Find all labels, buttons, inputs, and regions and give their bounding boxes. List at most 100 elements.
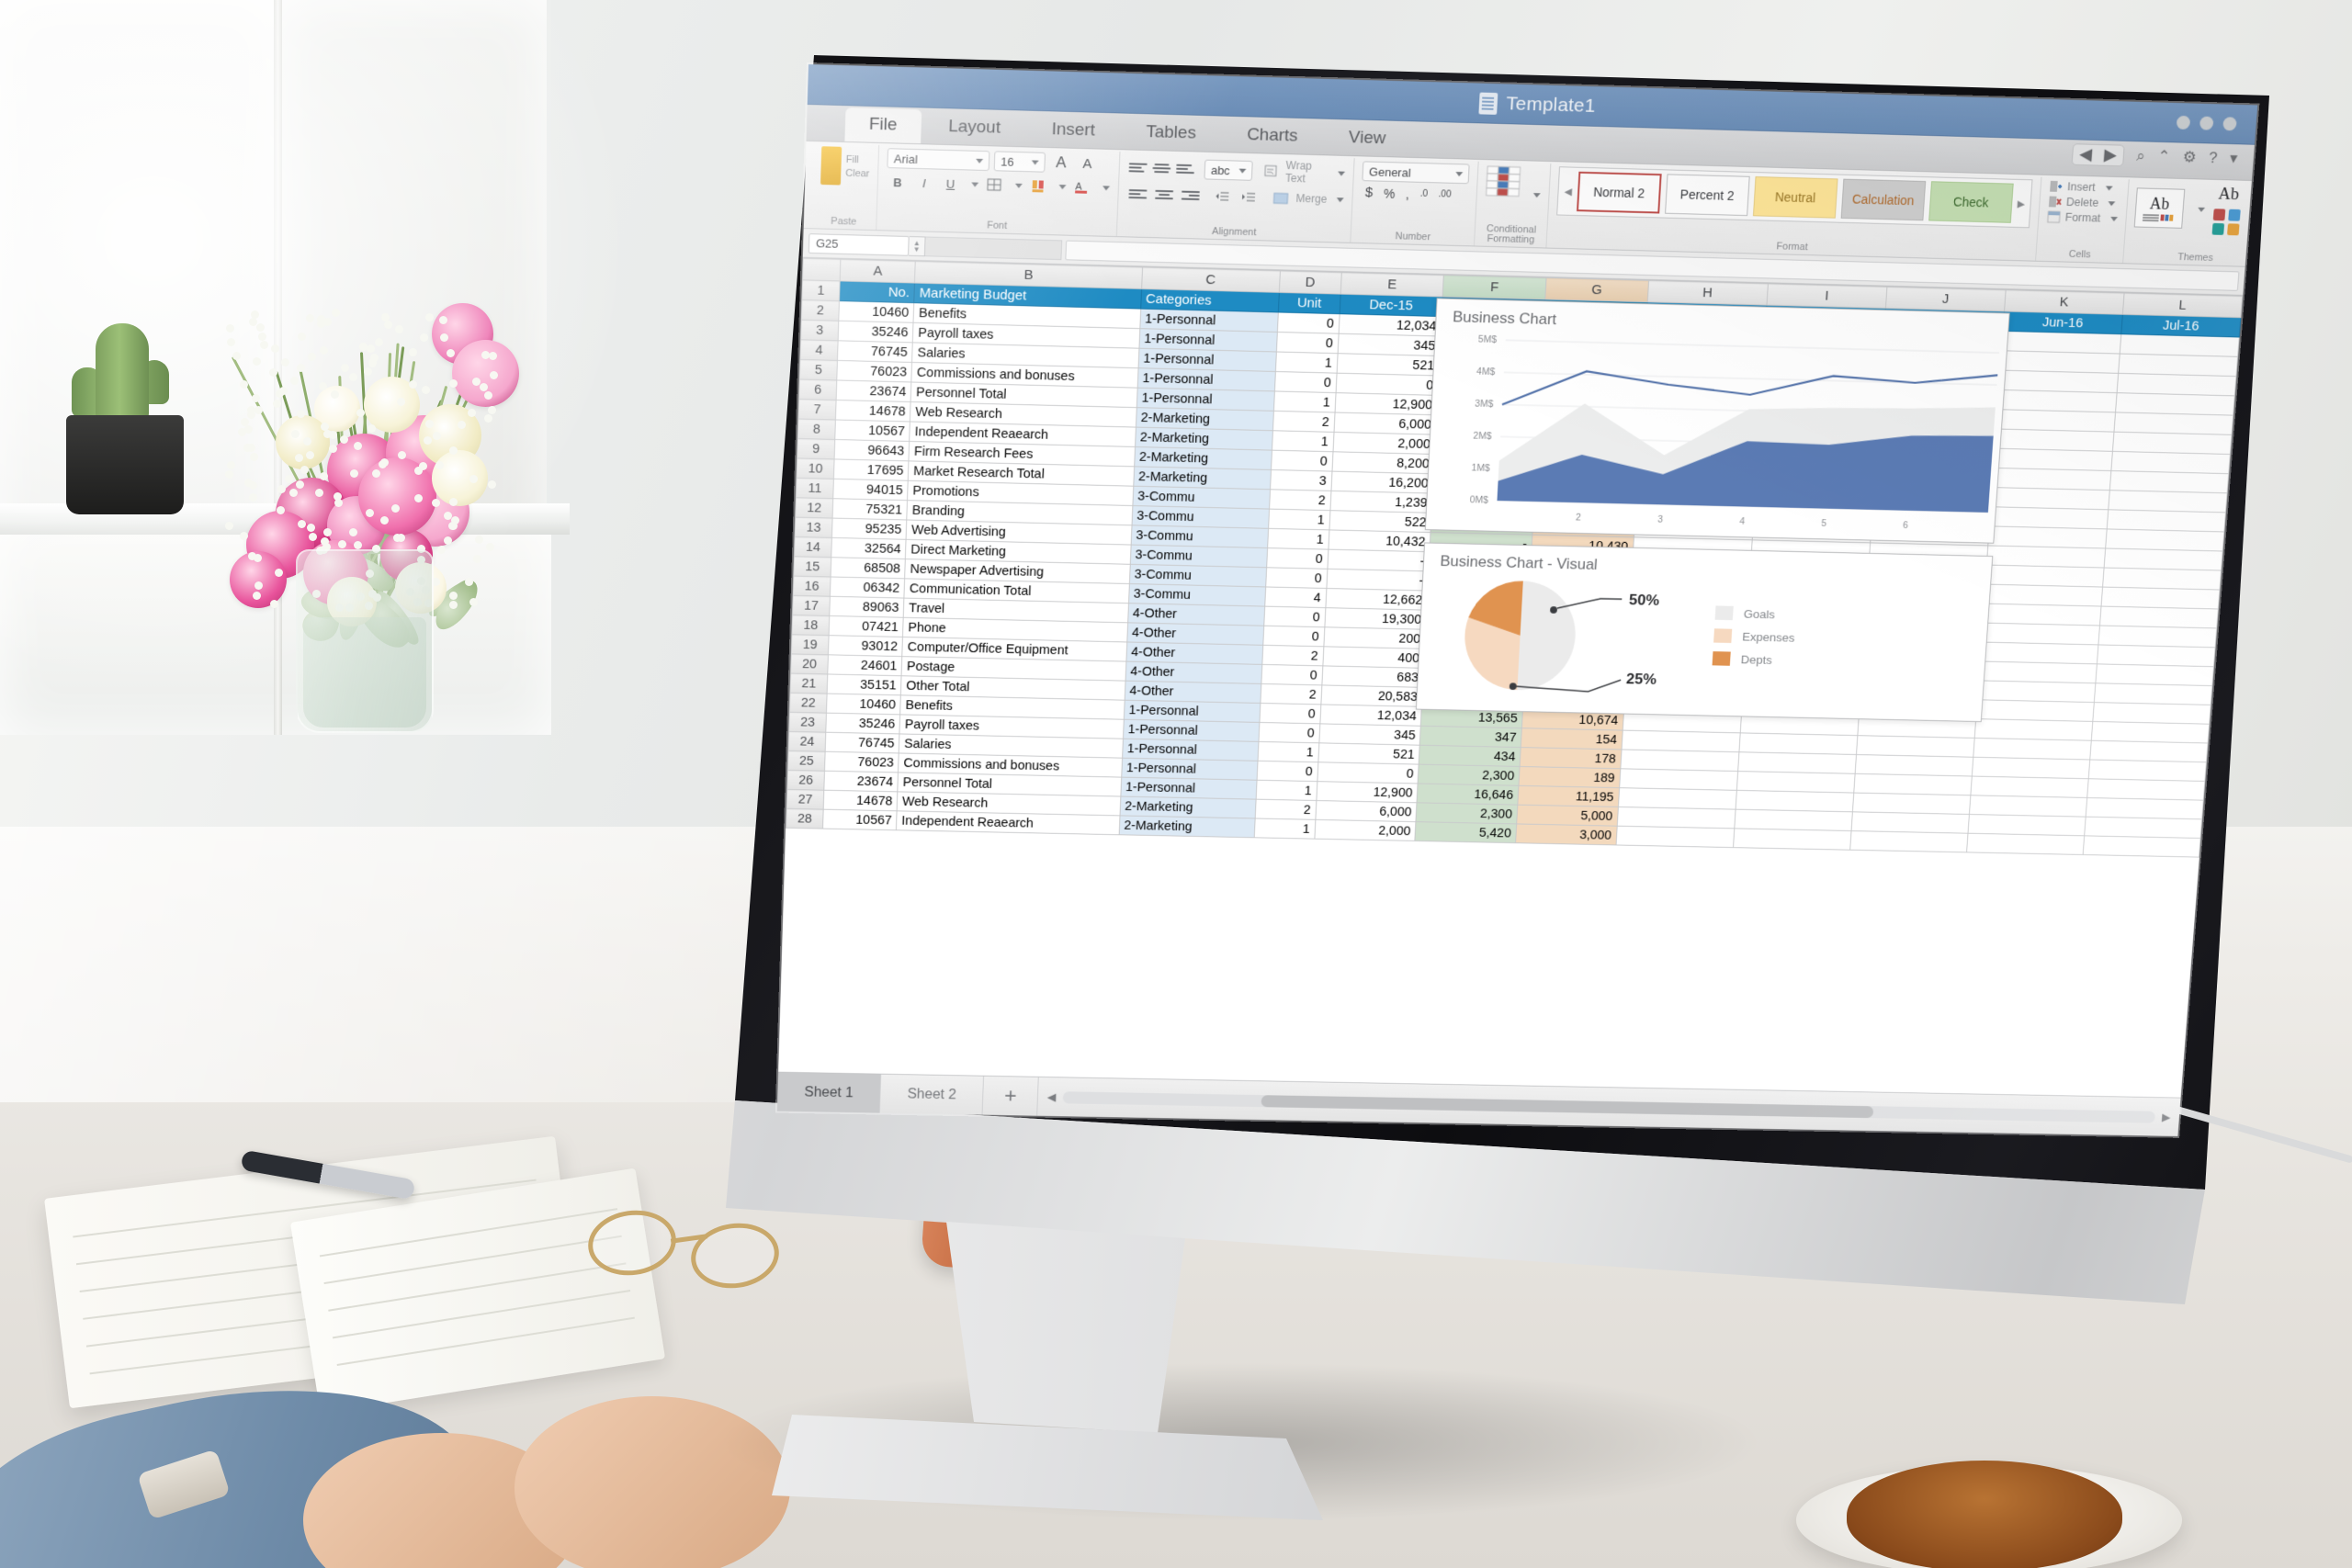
- cell[interactable]: [2104, 548, 2222, 570]
- row-header[interactable]: 19: [791, 635, 829, 655]
- cell[interactable]: 06342: [831, 577, 905, 598]
- cell[interactable]: 0: [1263, 626, 1325, 647]
- row-header[interactable]: 27: [786, 789, 824, 809]
- column-header-d[interactable]: D: [1279, 271, 1341, 294]
- cell[interactable]: 189: [1519, 766, 1621, 787]
- cell[interactable]: 200: [1324, 627, 1426, 649]
- cell[interactable]: 0: [1317, 762, 1419, 784]
- cell[interactable]: 19,300: [1325, 608, 1427, 630]
- cell[interactable]: [1735, 809, 1853, 830]
- cell[interactable]: 35151: [827, 674, 901, 695]
- cell[interactable]: 76745: [825, 732, 899, 753]
- cell[interactable]: 154: [1521, 728, 1623, 750]
- cell[interactable]: 0: [1271, 450, 1332, 471]
- column-header-f[interactable]: F: [1442, 276, 1546, 299]
- cell[interactable]: 14678: [823, 790, 898, 811]
- cell[interactable]: 96643: [834, 439, 910, 460]
- cell[interactable]: 2,000: [1333, 432, 1436, 454]
- cell[interactable]: 2: [1261, 683, 1322, 704]
- cell[interactable]: [2109, 491, 2227, 513]
- search-icon[interactable]: ⌕: [2136, 147, 2146, 165]
- cell[interactable]: 10567: [835, 420, 910, 441]
- cell[interactable]: [1972, 757, 2089, 779]
- cell[interactable]: -: [1328, 549, 1430, 571]
- increase-decimal-button[interactable]: .0: [1420, 189, 1429, 199]
- column-header-g[interactable]: G: [1545, 277, 1649, 301]
- cell[interactable]: [1992, 468, 2111, 490]
- cell[interactable]: 12,034: [1319, 705, 1421, 726]
- paste-icon[interactable]: [820, 146, 842, 185]
- collapse-ribbon-icon[interactable]: ⌃: [2157, 148, 2171, 166]
- row-header[interactable]: 25: [787, 750, 825, 771]
- cell[interactable]: 0: [1277, 312, 1340, 333]
- cell[interactable]: 07421: [829, 615, 903, 637]
- styles-scroll-left[interactable]: ◀: [1564, 186, 1572, 197]
- cell[interactable]: Dec-15: [1340, 294, 1443, 316]
- row-header[interactable]: 7: [798, 399, 836, 420]
- clear-button[interactable]: Clear: [845, 167, 870, 179]
- borders-icon[interactable]: [983, 175, 1006, 195]
- cell[interactable]: -: [1327, 569, 1430, 591]
- cell[interactable]: 75321: [832, 499, 908, 520]
- merge-label[interactable]: Merge: [1295, 192, 1327, 206]
- cell[interactable]: [1974, 719, 2093, 741]
- cell[interactable]: 2: [1255, 799, 1316, 819]
- currency-format-button[interactable]: $: [1365, 185, 1374, 200]
- cell[interactable]: 6,000: [1334, 412, 1437, 434]
- name-box-spinner[interactable]: ▲ ▼: [909, 236, 926, 256]
- increase-indent-icon[interactable]: [1238, 186, 1261, 207]
- row-header[interactable]: 12: [796, 498, 833, 518]
- cell[interactable]: 521: [1337, 354, 1440, 376]
- cell[interactable]: 2-Marketing: [1119, 816, 1255, 838]
- align-center-icon[interactable]: [1153, 185, 1176, 205]
- cell[interactable]: [1983, 604, 2101, 626]
- row-header[interactable]: 3: [801, 320, 839, 341]
- cell[interactable]: 345: [1338, 333, 1441, 355]
- row-header[interactable]: 1: [802, 280, 840, 301]
- decrease-indent-icon[interactable]: [1211, 186, 1234, 207]
- cell[interactable]: [1969, 795, 2086, 817]
- cell[interactable]: 1: [1258, 741, 1319, 761]
- align-middle-icon[interactable]: [1151, 158, 1171, 178]
- cell[interactable]: 1: [1268, 509, 1329, 530]
- cell[interactable]: 12,900: [1317, 782, 1419, 803]
- row-header[interactable]: 17: [793, 595, 831, 615]
- wrap-text-label[interactable]: Wrap Text: [1285, 159, 1329, 186]
- align-bottom-icon[interactable]: [1175, 159, 1195, 179]
- cell[interactable]: [2101, 587, 2220, 609]
- cell[interactable]: 16,200: [1331, 471, 1434, 493]
- cell[interactable]: [1986, 546, 2105, 568]
- style-percent-2[interactable]: Percent 2: [1665, 174, 1750, 216]
- cell[interactable]: 0: [1336, 373, 1439, 395]
- cell[interactable]: [1968, 814, 2086, 835]
- cell[interactable]: 1: [1275, 352, 1337, 373]
- cell[interactable]: [1984, 584, 2102, 606]
- cell[interactable]: 2: [1269, 490, 1330, 511]
- row-header[interactable]: 4: [800, 340, 838, 361]
- row-header[interactable]: 24: [788, 731, 826, 751]
- tab-charts[interactable]: Charts: [1223, 118, 1322, 155]
- cell[interactable]: [1966, 833, 2084, 854]
- cell[interactable]: 8,200: [1332, 452, 1435, 474]
- column-header-a[interactable]: A: [840, 259, 915, 283]
- cell[interactable]: 32564: [831, 537, 907, 558]
- cell[interactable]: [2087, 779, 2205, 800]
- row-header[interactable]: 6: [799, 379, 837, 400]
- row-header[interactable]: 2: [801, 300, 839, 321]
- cell[interactable]: 345: [1318, 724, 1420, 745]
- cell[interactable]: 0: [1266, 568, 1328, 589]
- cell[interactable]: [1985, 565, 2104, 587]
- cell[interactable]: 2: [1262, 645, 1324, 666]
- cell[interactable]: [1621, 750, 1739, 772]
- style-neutral[interactable]: Neutral: [1753, 176, 1838, 219]
- nav-next-icon[interactable]: ▶: [2104, 146, 2117, 164]
- cell[interactable]: [1617, 807, 1736, 828]
- tab-layout[interactable]: Layout: [924, 110, 1025, 147]
- row-header[interactable]: 16: [793, 576, 831, 596]
- cell[interactable]: 5,000: [1517, 805, 1618, 826]
- cell[interactable]: 68508: [831, 558, 905, 579]
- shrink-font-icon[interactable]: A: [1076, 153, 1099, 174]
- add-sheet-button[interactable]: +: [983, 1077, 1039, 1116]
- conditional-formatting-button[interactable]: [1486, 164, 1543, 204]
- cell[interactable]: 0: [1259, 722, 1320, 742]
